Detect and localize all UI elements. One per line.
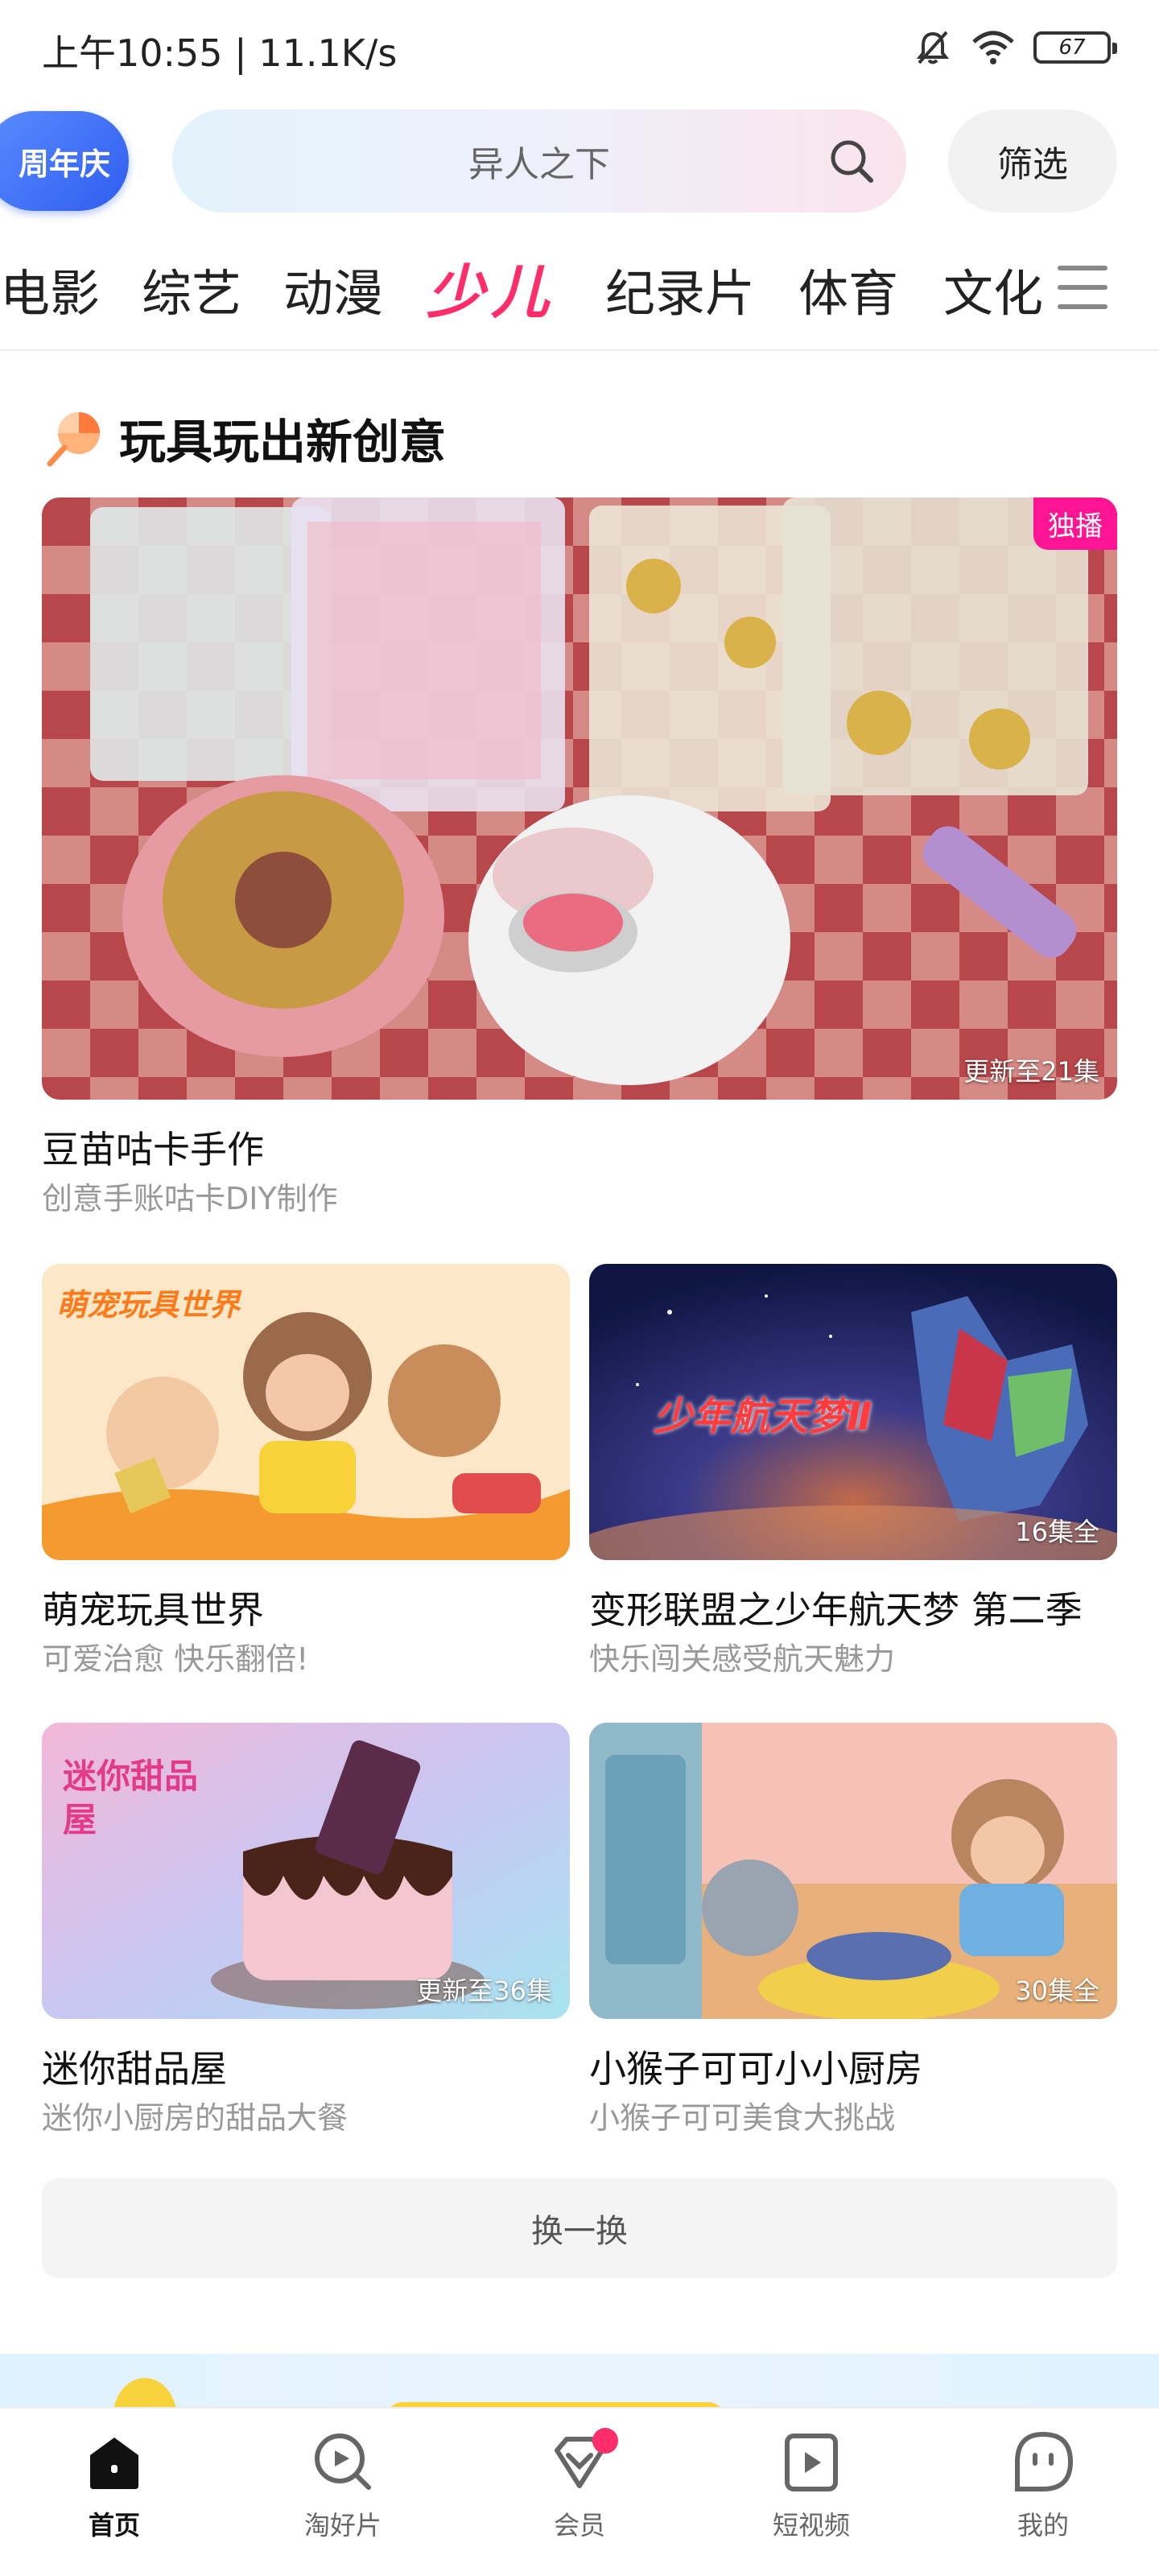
featured-card[interactable]: 独播 更新至21集 豆苗咕卡手作 创意手账咕卡DIY制作 [42, 497, 1117, 1216]
grid-thumbnail[interactable]: 30集全 [589, 1723, 1117, 2019]
nav-label: 首页 [88, 2510, 140, 2541]
tab-documentary[interactable]: 纪录片 [605, 253, 755, 325]
nav-label: 淘好片 [303, 2510, 382, 2541]
search-icon[interactable] [827, 137, 876, 185]
featured-thumbnail-art [42, 497, 1117, 1100]
anniversary-badge[interactable]: 周年庆 [0, 111, 129, 211]
episode-count: 30集全 [1015, 1975, 1099, 2006]
nav-vip[interactable]: 会员 [507, 2428, 652, 2542]
card-subtitle: 迷你小厨房的甜品大餐 [42, 2100, 349, 2136]
tab-kids[interactable]: 少儿 [427, 245, 555, 329]
nav-discover[interactable]: 淘好片 [270, 2428, 415, 2542]
card-title[interactable]: 萌宠玩具世界 [42, 1581, 264, 1634]
episode-count: 16集全 [1015, 1517, 1099, 1547]
refresh-button[interactable]: 换一换 [42, 2178, 1117, 2278]
profile-icon [1015, 2431, 1074, 2491]
thumb-logo-text: 少年航天梦Ⅱ [654, 1394, 872, 1439]
nav-label: 短视频 [772, 2510, 850, 2541]
discover-icon [315, 2434, 371, 2490]
card-title[interactable]: 迷你甜品屋 [42, 2040, 227, 2093]
thumb-logo-text: 萌宠玩具世界 [56, 1287, 241, 1323]
short-video-icon [785, 2434, 838, 2491]
grid-thumbnail[interactable]: 迷你甜品屋 更新至36集 [42, 1723, 570, 2019]
notification-dot [592, 2428, 618, 2454]
episode-count: 更新至36集 [416, 1975, 552, 2006]
card-subtitle: 快乐闯关感受航天魅力 [589, 1641, 896, 1677]
tab-anime[interactable]: 动漫 [283, 253, 383, 325]
nav-label: 会员 [553, 2510, 605, 2541]
mute-bell-icon [916, 31, 950, 64]
card-subtitle: 小猴子可可美食大挑战 [589, 2100, 896, 2136]
battery-icon: 67 [1033, 31, 1117, 64]
exclusive-tag: 独播 [1033, 497, 1117, 550]
grid-card[interactable]: 少年航天梦Ⅱ 16集全 变形联盟之少年航天梦 第二季 快乐闯关感受航天魅力 [589, 1264, 1117, 1682]
section-title: 玩具玩出新创意 [119, 415, 447, 469]
bottom-nav: 首页 淘好片 会员 短视频 我的 [0, 2407, 1159, 2576]
section-header: 玩具玩出新创意 [42, 404, 446, 472]
card-title[interactable]: 小猴子可可小小厨房 [589, 2040, 922, 2093]
battery-level: 67 [1058, 35, 1086, 60]
nav-label: 我的 [1017, 2510, 1069, 2541]
featured-thumbnail[interactable]: 独播 更新至21集 [42, 497, 1117, 1100]
tab-movie[interactable]: 电影 [0, 253, 100, 325]
filter-button[interactable]: 筛选 [948, 109, 1117, 213]
search-bar[interactable]: 异人之下 [172, 109, 906, 213]
card-title[interactable]: 豆苗咕卡手作 [42, 1121, 264, 1174]
category-tabs: 电影 综艺 动漫 少儿 纪录片 体育 文化 [0, 242, 1054, 338]
card-title[interactable]: 变形联盟之少年航天梦 第二季 [589, 1581, 1083, 1634]
wifi-icon [972, 31, 1014, 64]
status-icons: 67 [913, 27, 1117, 68]
nav-short-video[interactable]: 短视频 [739, 2428, 884, 2542]
grid-thumbnail[interactable]: 少年航天梦Ⅱ 16集全 [589, 1264, 1117, 1560]
lollipop-icon [47, 412, 100, 467]
grid-card[interactable]: 30集全 小猴子可可小小厨房 小猴子可可美食大挑战 [589, 1723, 1117, 2141]
nav-home[interactable]: 首页 [42, 2428, 187, 2542]
thumb-logo-text: 迷你甜品屋 [63, 1757, 199, 1839]
tab-culture[interactable]: 文化 [943, 253, 1043, 325]
card-subtitle: 可爱治愈 快乐翻倍! [42, 1641, 309, 1677]
tab-sports[interactable]: 体育 [798, 253, 898, 325]
episode-count: 更新至21集 [963, 1056, 1099, 1087]
home-icon [90, 2438, 138, 2489]
search-placeholder: 异人之下 [468, 144, 610, 185]
menu-icon[interactable] [1058, 266, 1107, 311]
card-subtitle: 创意手账咕卡DIY制作 [42, 1181, 338, 1216]
tab-divider [0, 349, 1159, 351]
tab-variety[interactable]: 综艺 [142, 253, 241, 325]
nav-profile[interactable]: 我的 [971, 2428, 1116, 2542]
grid-card[interactable]: 萌宠玩具世界 萌宠玩具世界 可爱治愈 快乐翻倍! [42, 1264, 570, 1682]
status-time: 上午10:55 | 11.1K/s [42, 31, 398, 75]
grid-thumbnail[interactable]: 萌宠玩具世界 [42, 1264, 570, 1560]
status-bar: 上午10:55 | 11.1K/s 67 [0, 0, 1159, 100]
grid-card[interactable]: 迷你甜品屋 更新至36集 迷你甜品屋 迷你小厨房的甜品大餐 [42, 1723, 570, 2141]
